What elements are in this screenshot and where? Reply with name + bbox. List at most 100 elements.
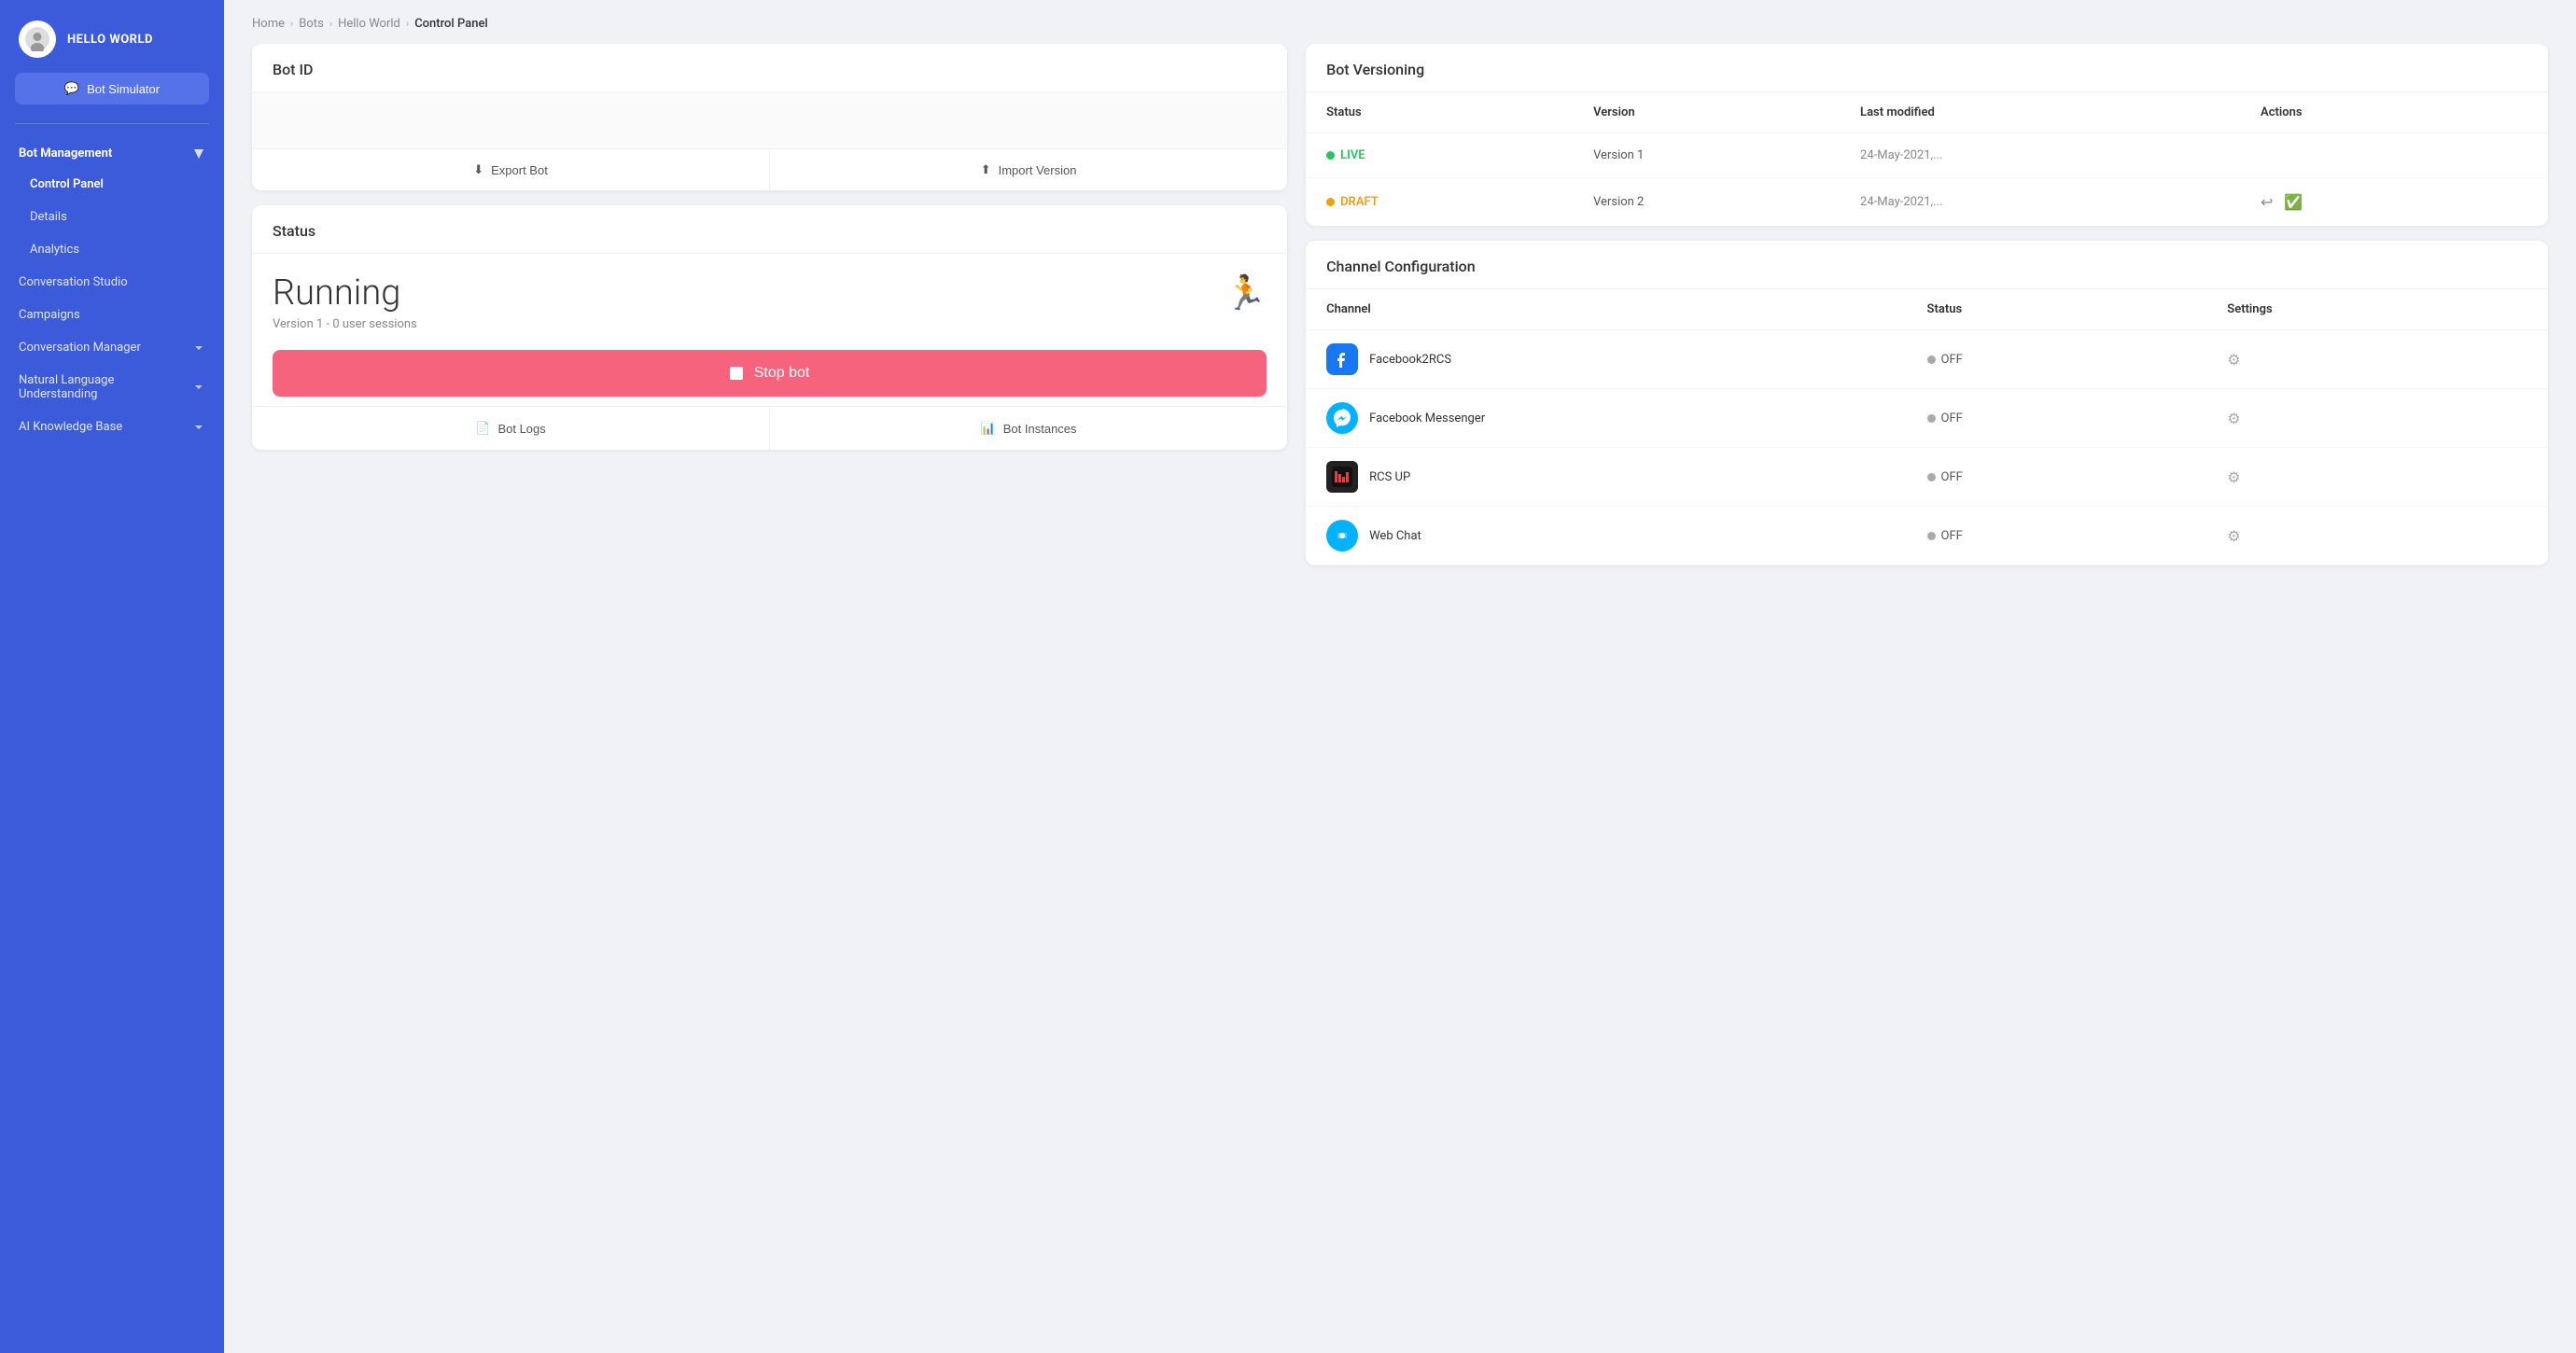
channel-config-title: Channel Configuration [1326, 258, 1476, 275]
sidebar-group-nlu[interactable]: Natural Language Understanding [0, 364, 224, 411]
stop-bot-button[interactable]: Stop bot [273, 350, 1267, 397]
versioning-title: Bot Versioning [1326, 61, 1424, 78]
channel-settings-rcs-up: ⚙ [2227, 468, 2527, 486]
sidebar-item-analytics[interactable]: Analytics [0, 233, 224, 266]
bot-versioning-card: Bot Versioning Status Version Last modif… [1306, 44, 2548, 226]
sidebar-divider [15, 123, 209, 124]
main-content: Home › Bots › Hello World › Control Pane… [224, 0, 2576, 1353]
draft-actions: ↩ ✅ [2261, 193, 2527, 211]
sidebar-group-conversation-manager[interactable]: Conversation Manager [0, 331, 224, 364]
status-title: Status [273, 222, 315, 240]
bot-id-title: Bot ID [273, 61, 313, 78]
channel-settings-facebook2rcs: ⚙ [2227, 351, 2527, 369]
channel-row-web-chat: Web Chat OFF ⚙ [1306, 507, 2548, 565]
facebook-messenger-name: Facebook Messenger [1369, 411, 1485, 425]
channel-status-facebook-messenger: OFF [1927, 411, 2228, 425]
left-column: Bot ID ⬇ Export Bot ⬆ Import Version [252, 44, 1287, 1325]
gear-icon-rcs-up[interactable]: ⚙ [2227, 468, 2240, 486]
right-column: Bot Versioning Status Version Last modif… [1306, 44, 2548, 1325]
breadcrumb-current: Control Panel [414, 17, 488, 31]
running-text: Running [273, 272, 400, 314]
breadcrumb-sep3: › [406, 18, 409, 30]
channel-name-facebook2rcs: Facebook2RCS [1326, 343, 1926, 375]
running-person-icon: 🏃 [1225, 273, 1267, 313]
channel-row-facebook2rcs: Facebook2RCS OFF ⚙ [1306, 330, 2548, 389]
channel-name-web-chat: Web Chat [1326, 520, 1926, 551]
gear-icon-web-chat[interactable]: ⚙ [2227, 527, 2240, 545]
channel-config-card: Channel Configuration Channel Status Set… [1306, 241, 2548, 565]
versioning-table-header: Status Version Last modified Actions [1306, 92, 2548, 133]
status-card: Status Running 🏃 Version 1 - 0 user sess… [252, 205, 1287, 450]
gear-icon-facebook-messenger[interactable]: ⚙ [2227, 410, 2240, 427]
versioning-col-actions: Actions [2261, 105, 2527, 119]
logs-icon: 📄 [475, 421, 490, 436]
channel-name-rcs-up: RCS UP [1326, 461, 1926, 493]
versioning-col-last-modified: Last modified [1860, 105, 2261, 119]
version-sessions: Version 1 - 0 user sessions [273, 317, 1267, 331]
breadcrumb-bots[interactable]: Bots [299, 17, 323, 31]
sidebar-group-ai-knowledge[interactable]: AI Knowledge Base [0, 411, 224, 443]
gear-icon-facebook2rcs[interactable]: ⚙ [2227, 351, 2240, 369]
sidebar: HELLO WORLD 💬 Bot Simulator Bot Manageme… [0, 0, 224, 1353]
approve-icon[interactable]: ✅ [2284, 193, 2303, 211]
versioning-col-status: Status [1326, 105, 1593, 119]
bot-id-content [252, 92, 1287, 148]
sidebar-group-conversation-studio[interactable]: Conversation Studio [0, 266, 224, 299]
versioning-card-header: Bot Versioning [1306, 44, 2548, 92]
channel-logo-web-chat [1326, 520, 1358, 551]
channel-col-settings: Settings [2227, 302, 2527, 316]
bot-actions: ⬇ Export Bot ⬆ Import Version [252, 148, 1287, 190]
channel-status-dot-web-chat [1927, 532, 1936, 540]
download-icon: ⬇ [473, 162, 483, 177]
restore-icon[interactable]: ↩ [2261, 193, 2273, 211]
channel-col-channel: Channel [1326, 302, 1926, 316]
channel-settings-web-chat: ⚙ [2227, 527, 2527, 545]
instances-icon: 📊 [981, 421, 996, 436]
channel-settings-facebook-messenger: ⚙ [2227, 410, 2527, 427]
channel-logo-facebook-messenger [1326, 402, 1358, 434]
channel-row-facebook-messenger: Facebook Messenger OFF ⚙ [1306, 389, 2548, 448]
content-area: Bot ID ⬇ Export Bot ⬆ Import Version [224, 44, 2576, 1353]
chat-icon: 💬 [64, 81, 79, 96]
avatar [19, 21, 56, 58]
channel-status-web-chat: OFF [1927, 529, 2228, 543]
web-chat-name: Web Chat [1369, 529, 1421, 543]
bot-instances-button[interactable]: 📊 Bot Instances [769, 407, 1287, 450]
channel-status-dot-rcs-up [1927, 473, 1936, 481]
bot-logs-button[interactable]: 📄 Bot Logs [252, 407, 769, 450]
facebook2rcs-name: Facebook2RCS [1369, 353, 1451, 367]
live-status-badge: LIVE [1326, 148, 1593, 162]
channel-config-header: Channel Configuration [1306, 241, 2548, 289]
breadcrumb-home[interactable]: Home [252, 17, 285, 31]
bot-id-card: Bot ID ⬇ Export Bot ⬆ Import Version [252, 44, 1287, 190]
bot-id-card-header: Bot ID [252, 44, 1287, 92]
status-content: Running 🏃 Version 1 - 0 user sessions St… [252, 254, 1287, 406]
channel-col-status: Status [1927, 302, 2228, 316]
versioning-row-draft: DRAFT Version 2 24-May-2021,... ↩ ✅ [1306, 178, 2548, 226]
status-card-header: Status [252, 205, 1287, 254]
channel-logo-facebook2rcs [1326, 343, 1358, 375]
draft-status-label: DRAFT [1340, 195, 1379, 209]
channel-status-rcs-up: OFF [1927, 470, 2228, 484]
draft-status-badge: DRAFT [1326, 195, 1593, 209]
breadcrumb: Home › Bots › Hello World › Control Pane… [224, 0, 2576, 44]
live-version: Version 1 [1593, 148, 1860, 162]
channel-logo-rcs-up [1326, 461, 1358, 493]
sidebar-item-control-panel[interactable]: Control Panel [0, 168, 224, 201]
bot-simulator-button[interactable]: 💬 Bot Simulator [15, 73, 209, 105]
draft-status-dot [1326, 198, 1335, 206]
channel-status-dot-facebook2rcs [1927, 356, 1936, 364]
sidebar-item-details[interactable]: Details [0, 201, 224, 233]
upload-icon: ⬆ [981, 162, 991, 177]
rcs-up-name: RCS UP [1369, 470, 1410, 484]
sidebar-group-campaigns[interactable]: Campaigns [0, 299, 224, 331]
breadcrumb-sep1: › [290, 18, 293, 30]
bot-management-section: Bot Management [0, 139, 224, 168]
running-row: Running 🏃 [273, 272, 1267, 314]
draft-version: Version 2 [1593, 195, 1860, 209]
live-status-dot [1326, 151, 1335, 160]
stop-icon [730, 367, 743, 380]
import-version-button[interactable]: ⬆ Import Version [769, 149, 1287, 190]
export-bot-button[interactable]: ⬇ Export Bot [252, 149, 769, 190]
breadcrumb-hello-world[interactable]: Hello World [338, 17, 400, 31]
